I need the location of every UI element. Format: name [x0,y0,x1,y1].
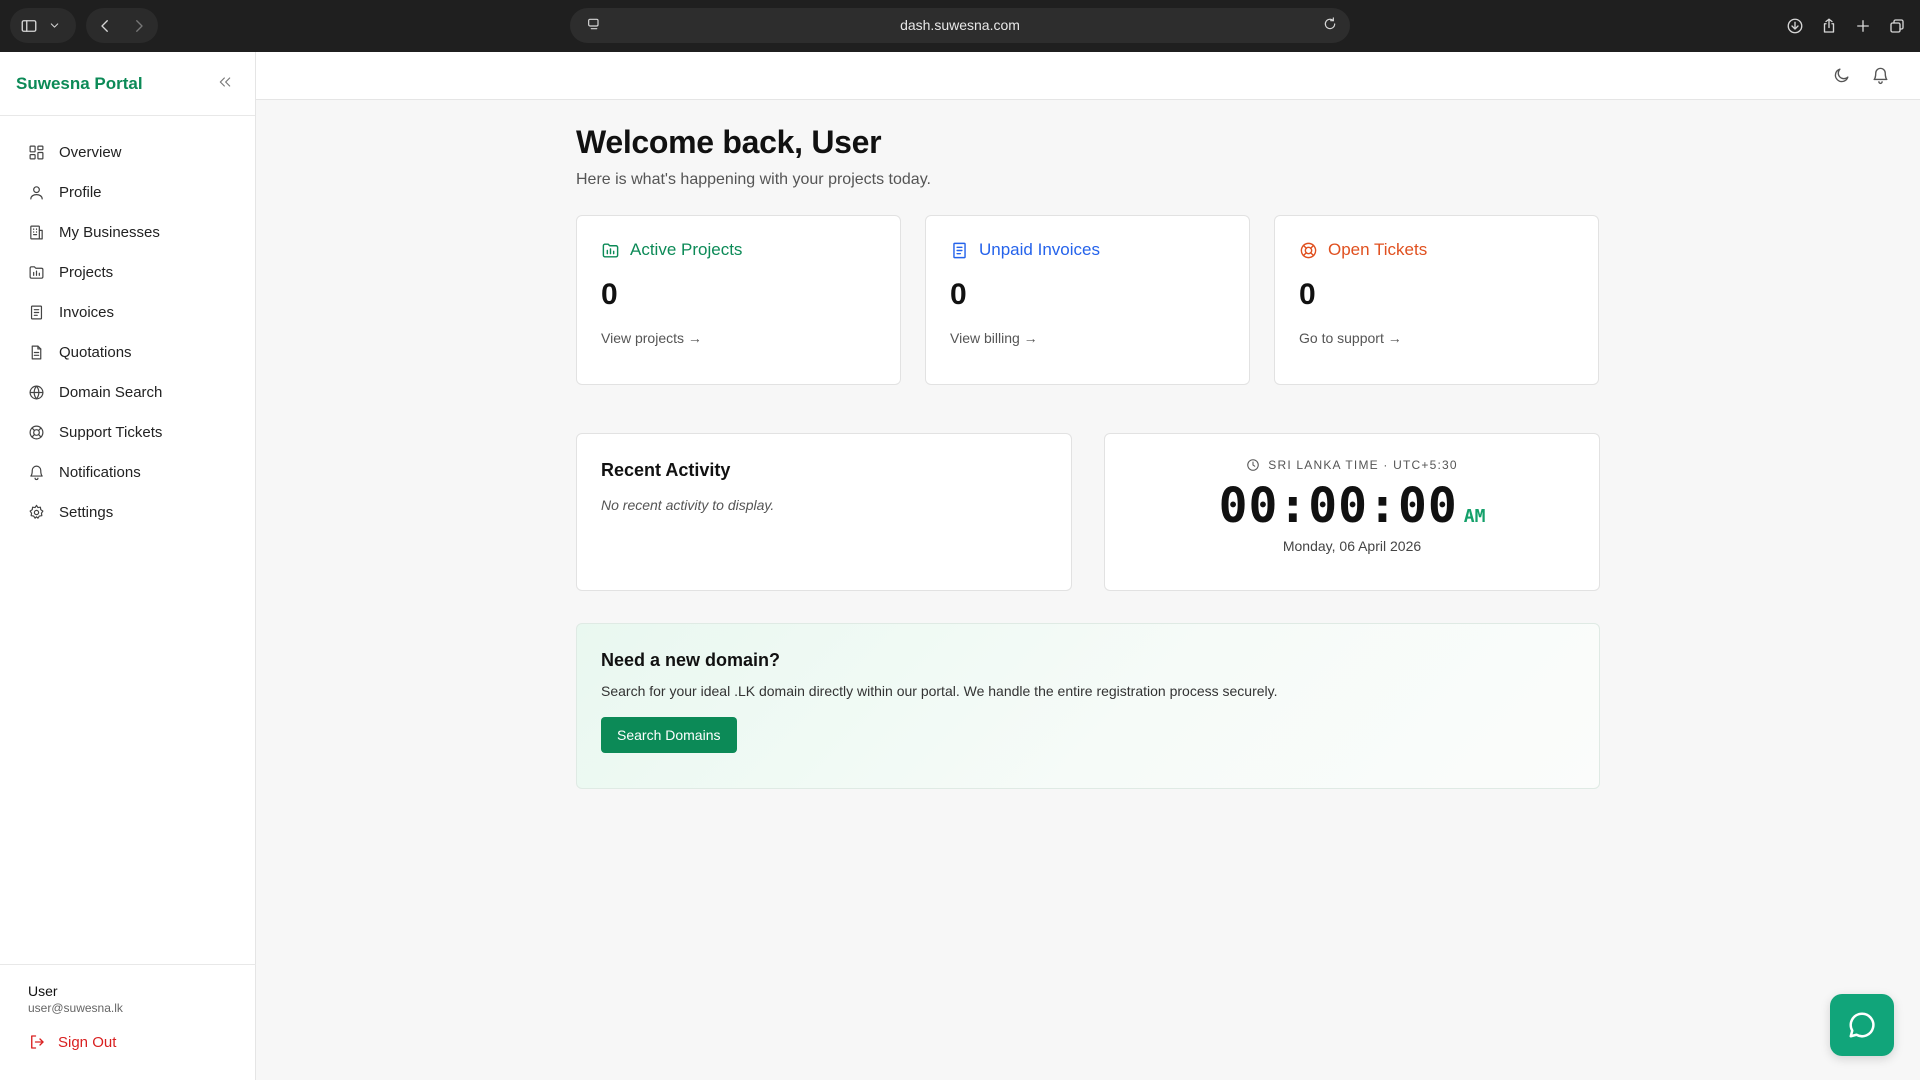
card-label: Active Projects [630,240,743,259]
sidebar-item-label: Profile [59,183,102,201]
sidebar-item-label: Settings [59,503,114,521]
chevron-down-icon[interactable] [48,19,61,32]
time-ampm: AM [1463,506,1486,527]
browser-actions [1786,8,1906,43]
view-projects-link[interactable]: View projects → [601,330,876,346]
sidebar-item-domain-search[interactable]: Domain Search [0,372,255,412]
collapse-sidebar-icon[interactable] [217,74,233,95]
new-tab-icon[interactable] [1854,17,1872,35]
timezone-text: SRI LANKA TIME · UTC+5:30 [1268,458,1458,472]
sidebar-item-label: Domain Search [59,383,163,401]
open-tickets-card[interactable]: Open Tickets 0 Go to support → [1274,215,1599,385]
gear-icon [29,504,44,519]
folder-chart-icon [602,242,619,258]
page-title: Welcome back, User [576,124,882,160]
folder-chart-icon [29,265,44,279]
sidebar-item-projects[interactable]: Projects [0,252,255,292]
reload-icon[interactable] [1322,16,1338,32]
domain-promo-text: Search for your ideal .LK domain directl… [601,683,1278,699]
sidebar-item-label: Projects [59,263,114,281]
chat-button[interactable] [1830,994,1894,1056]
sidebar-item-my-businesses[interactable]: My Businesses [0,212,255,252]
card-value: 0 [601,278,618,311]
sidebar-toggle-icon[interactable] [20,17,38,35]
user-name: User [28,983,58,999]
time-digits: 00:00:00 [1218,478,1458,534]
sidebar-item-label: Support Tickets [59,423,163,441]
sidebar-nav: Overview Profile My Businesses Projects … [0,116,255,532]
share-icon[interactable] [1820,17,1838,35]
tab-overview-icon[interactable] [1888,17,1906,35]
bell-icon [30,465,43,480]
globe-icon [29,385,44,399]
dark-mode-toggle-icon[interactable] [1832,66,1851,90]
sidebar-toggle-group[interactable] [10,8,76,43]
lifebuoy-icon [1300,242,1317,258]
browser-toolbar: dash.suwesna.com [0,0,1920,52]
building-icon [30,225,43,239]
active-projects-card[interactable]: Active Projects 0 View projects → [576,215,901,385]
sign-out-label: Sign Out [58,1033,117,1051]
sidebar-item-label: Notifications [59,463,141,481]
sidebar-item-label: My Businesses [59,223,160,241]
sidebar-item-quotations[interactable]: Quotations [0,332,255,372]
user-panel: User user@suwesna.lk Sign Out [0,964,256,1080]
document-icon [31,345,42,359]
bell-icon[interactable] [1871,66,1890,90]
receipt-icon [953,242,966,258]
timezone-label: SRI LANKA TIME · UTC+5:30 [1105,458,1599,472]
empty-activity-text: No recent activity to display. [601,497,775,513]
info-row: Recent Activity No recent activity to di… [576,433,1600,591]
chat-bubble-icon [1849,1012,1875,1038]
address-bar[interactable]: dash.suwesna.com [570,8,1350,43]
sign-out-icon [31,1035,44,1049]
unpaid-invoices-card[interactable]: Unpaid Invoices 0 View billing → [925,215,1250,385]
view-billing-link[interactable]: View billing → [950,330,1225,346]
go-to-support-link[interactable]: Go to support → [1299,330,1574,346]
sidebar: Suwesna Portal Overview Profile My Busin… [0,52,256,1080]
forward-arrow-icon[interactable] [130,17,148,35]
domain-promo-title: Need a new domain? [601,650,781,670]
sign-out-button[interactable]: Sign Out [28,1033,256,1051]
card-value: 0 [950,278,967,311]
card-label: Unpaid Invoices [979,240,1100,259]
user-email: user@suwesna.lk [28,1001,123,1015]
domain-promo-panel: Need a new domain? Search for your ideal… [576,623,1600,789]
history-nav-group [86,8,158,43]
stat-cards: Active Projects 0 View projects → Unpaid… [576,215,1600,385]
sidebar-header: Suwesna Portal [0,52,255,116]
clock-time: 00:00:00 AM [1105,478,1599,534]
url-text[interactable]: dash.suwesna.com [570,17,1350,33]
sidebar-item-notifications[interactable]: Notifications [0,452,255,492]
sidebar-item-invoices[interactable]: Invoices [0,292,255,332]
card-value: 0 [1299,278,1316,311]
grid-icon [29,145,44,159]
sidebar-item-overview[interactable]: Overview [0,132,255,172]
sidebar-item-label: Quotations [59,343,132,361]
clock-date: Monday, 06 April 2026 [1282,538,1422,554]
top-bar [256,52,1920,100]
download-icon[interactable] [1786,17,1804,35]
brand-name[interactable]: Suwesna Portal [16,74,143,94]
user-icon [30,185,43,199]
sidebar-item-profile[interactable]: Profile [0,172,255,212]
sidebar-item-settings[interactable]: Settings [0,492,255,532]
lifebuoy-icon [29,425,44,439]
dashboard-content: Welcome back, User Here is what's happen… [576,100,1600,789]
clock-panel: SRI LANKA TIME · UTC+5:30 00:00:00 AM Mo… [1104,433,1600,591]
recent-activity-title: Recent Activity [601,460,731,480]
sidebar-item-label: Invoices [59,303,115,321]
page-subtitle: Here is what's happening with your proje… [576,171,931,188]
receipt-icon [30,305,43,319]
back-arrow-icon[interactable] [96,17,114,35]
recent-activity-panel: Recent Activity No recent activity to di… [576,433,1072,591]
clock-icon [1247,459,1260,471]
card-label: Open Tickets [1328,240,1428,259]
sidebar-item-support-tickets[interactable]: Support Tickets [0,412,255,452]
sidebar-item-label: Overview [59,143,122,161]
search-domains-button[interactable]: Search Domains [601,717,737,753]
